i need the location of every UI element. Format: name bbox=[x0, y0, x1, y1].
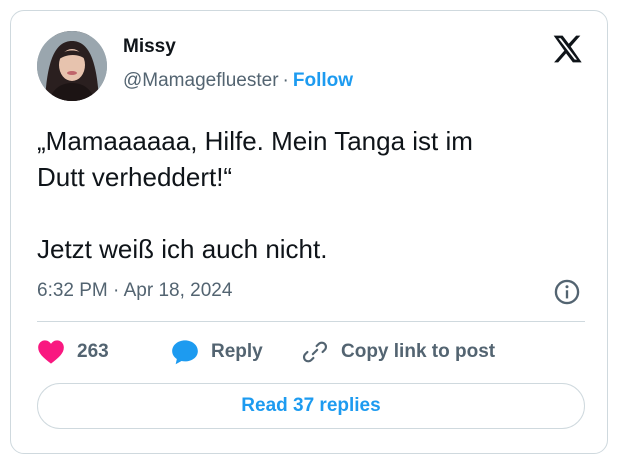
reply-button[interactable]: Reply bbox=[171, 337, 263, 367]
follow-button[interactable]: Follow bbox=[293, 70, 353, 91]
copy-link-button[interactable]: Copy link to post bbox=[301, 337, 495, 367]
tweet-timestamp[interactable]: 6:32 PM · Apr 18, 2024 bbox=[37, 279, 232, 303]
copy-link-label: Copy link to post bbox=[341, 341, 496, 362]
author-handle-row: @Mamagefluester · Follow bbox=[123, 69, 353, 93]
x-logo-icon[interactable] bbox=[551, 33, 583, 65]
reply-label: Reply bbox=[211, 341, 263, 362]
reply-bubble-icon bbox=[172, 340, 198, 365]
tweet-card: Missy @Mamagefluester · Follow „Mamaaaaaa,… bbox=[10, 10, 608, 454]
avatar[interactable] bbox=[37, 31, 107, 101]
action-bar: 263 Reply Copy link to post bbox=[37, 337, 585, 367]
divider bbox=[37, 321, 585, 322]
author-handle[interactable]: @Mamagefluester bbox=[123, 70, 279, 91]
tweet-text: „Mamaaaaaa, Hilfe. Mein Tanga ist im Dut… bbox=[37, 126, 473, 264]
read-replies-label: Read 37 replies bbox=[241, 395, 381, 416]
link-icon bbox=[302, 341, 328, 363]
like-count: 263 bbox=[77, 341, 109, 362]
read-replies-button[interactable]: Read 37 replies bbox=[37, 383, 585, 429]
heart-icon bbox=[38, 340, 64, 364]
author-name[interactable]: Missy bbox=[123, 35, 176, 59]
separator-dot: · bbox=[282, 70, 289, 91]
info-icon[interactable] bbox=[553, 278, 581, 306]
like-button[interactable]: 263 bbox=[37, 337, 109, 367]
